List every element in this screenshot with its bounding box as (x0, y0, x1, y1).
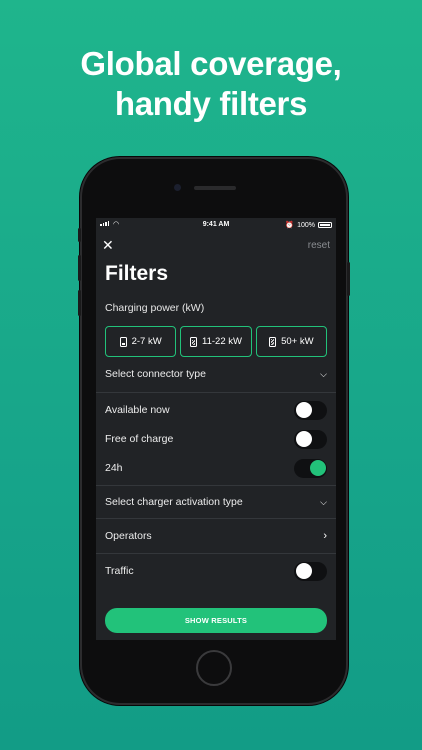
power-chip-label: 2-7 kW (131, 336, 162, 347)
connector-type-label: Select connector type (105, 368, 206, 380)
app-screen: ◠ 9:41 AM ⏰ 100% ✕ reset Filters Chargin… (96, 218, 336, 640)
status-right: ⏰ 100% (285, 221, 332, 229)
activation-type-label: Select charger activation type (105, 496, 243, 508)
plug-low-icon (119, 336, 127, 347)
traffic-label: Traffic (105, 565, 134, 577)
headline: Global coverage, handy filters (0, 44, 422, 124)
available-now-row: Available now (105, 396, 327, 424)
phone-power-button (347, 262, 350, 296)
power-chip-50-plus[interactable]: 50+ kW (255, 326, 327, 357)
show-results-button[interactable]: SHOW RESULTS (105, 608, 327, 633)
divider (96, 485, 336, 486)
power-chip-label: 50+ kW (281, 336, 314, 347)
charging-power-options: 2-7 kW 11-22 kW 50+ kW (105, 326, 327, 357)
power-chip-label: 11-22 kW (202, 336, 242, 347)
plug-medium-icon (190, 336, 198, 347)
front-camera (174, 184, 181, 191)
page-title: Filters (105, 262, 169, 285)
operators-row[interactable]: Operators › (105, 522, 327, 550)
plug-high-icon (269, 336, 277, 347)
24h-row: 24h (105, 454, 327, 482)
free-of-charge-row: Free of charge (105, 425, 327, 453)
phone-mute-switch (78, 228, 81, 242)
24h-toggle[interactable] (294, 458, 327, 478)
divider (96, 553, 336, 554)
power-chip-11-22[interactable]: 11-22 kW (180, 326, 252, 357)
chevron-right-icon: › (323, 530, 327, 542)
chevron-down-icon: ⌵ (320, 496, 327, 507)
free-of-charge-toggle[interactable] (294, 429, 327, 449)
power-chip-2-7[interactable]: 2-7 kW (105, 326, 177, 357)
battery-icon (318, 222, 332, 228)
24h-label: 24h (105, 462, 123, 474)
available-now-toggle[interactable] (294, 400, 327, 420)
activation-type-select[interactable]: Select charger activation type ⌵ (105, 488, 327, 516)
phone-volume-down (78, 290, 81, 316)
earpiece-speaker (194, 186, 236, 190)
traffic-toggle[interactable] (294, 561, 327, 581)
chevron-down-icon: ⌵ (320, 368, 327, 379)
close-icon[interactable]: ✕ (102, 238, 114, 252)
reset-button[interactable]: reset (308, 240, 330, 251)
alarm-icon: ⏰ (285, 222, 295, 229)
traffic-row: Traffic (105, 557, 327, 585)
battery-percent: 100% (297, 221, 315, 229)
divider (96, 518, 336, 519)
headline-line-1: Global coverage, (80, 45, 342, 82)
phone-volume-up (78, 255, 81, 281)
status-bar: ◠ 9:41 AM ⏰ 100% (96, 218, 336, 232)
headline-line-2: handy filters (114, 85, 308, 122)
operators-label: Operators (105, 530, 152, 542)
home-button[interactable] (196, 650, 232, 686)
free-of-charge-label: Free of charge (105, 433, 174, 445)
available-now-label: Available now (105, 404, 170, 416)
divider (96, 392, 336, 393)
charging-power-label: Charging power (kW) (105, 302, 205, 314)
connector-type-select[interactable]: Select connector type ⌵ (105, 360, 327, 388)
